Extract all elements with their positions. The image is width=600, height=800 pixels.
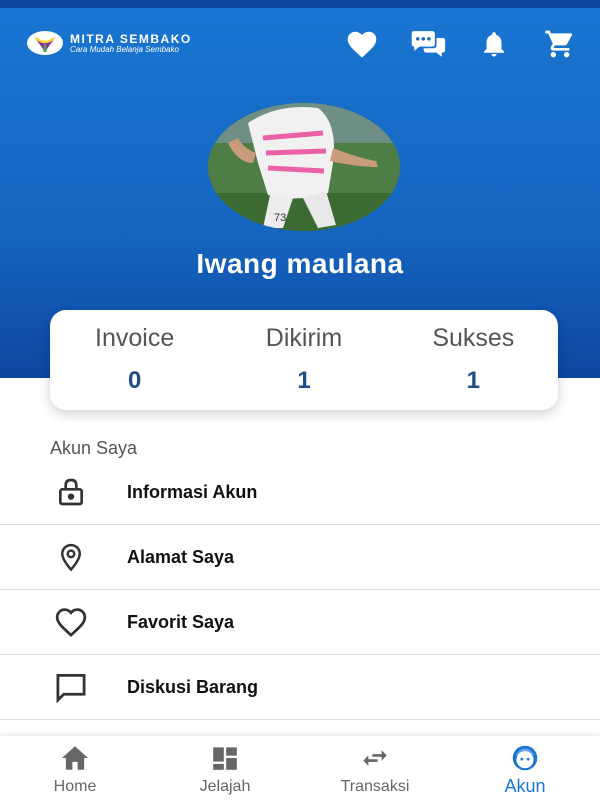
- nav-jelajah[interactable]: Jelajah: [150, 736, 300, 800]
- stat-invoice[interactable]: Invoice 0: [50, 310, 219, 410]
- cart-icon[interactable]: [542, 28, 578, 60]
- profile-name: Iwang maulana: [196, 248, 404, 279]
- stat-value: 1: [297, 367, 311, 394]
- nav-label: Home: [53, 778, 97, 795]
- nav-label: Jelajah: [199, 778, 251, 795]
- section-title: Akun Saya: [50, 438, 138, 458]
- stat-label: Sukses: [432, 324, 515, 352]
- status-bar-strip: [0, 0, 600, 8]
- bell-icon[interactable]: [476, 28, 512, 60]
- message-icon: [52, 668, 90, 706]
- menu-item-label: Alamat Saya: [127, 546, 235, 567]
- logo-mark-icon: [27, 31, 63, 55]
- nav-akun[interactable]: Akun: [450, 736, 600, 800]
- menu-item-diskusi-barang[interactable]: Diskusi Barang: [0, 655, 600, 720]
- grid-icon: [208, 744, 242, 772]
- avatar-photo: 73: [208, 103, 400, 231]
- lock-icon: [52, 473, 90, 511]
- nav-transaksi[interactable]: Transaksi: [300, 736, 450, 800]
- face-icon: [508, 744, 542, 772]
- stat-dikirim[interactable]: Dikirim 1: [219, 310, 388, 410]
- nav-home[interactable]: Home: [0, 736, 150, 800]
- home-icon: [58, 744, 92, 772]
- menu-item-informasi-akun[interactable]: Informasi Akun: [0, 460, 600, 525]
- logo-subtitle: Cara Mudah Belanja Sembako: [70, 44, 179, 54]
- location-pin-icon: [52, 538, 90, 576]
- stat-value: 0: [127, 367, 142, 394]
- menu-item-label: Informasi Akun: [127, 481, 258, 502]
- svg-text:73: 73: [274, 212, 286, 224]
- account-menu: Informasi Akun Alamat Saya Favorit Saya …: [0, 460, 600, 720]
- stat-value: 1: [466, 367, 480, 394]
- stat-label: Dikirim: [265, 324, 343, 352]
- stat-label: Invoice: [95, 324, 175, 352]
- menu-item-alamat-saya[interactable]: Alamat Saya: [0, 525, 600, 590]
- nav-label: Akun: [504, 776, 546, 796]
- heart-icon[interactable]: [344, 28, 380, 60]
- nav-label: Transaksi: [340, 778, 410, 795]
- stat-sukses[interactable]: Sukses 1: [389, 310, 558, 410]
- swap-icon: [358, 744, 392, 772]
- avatar[interactable]: 73: [208, 103, 400, 231]
- bottom-navigation: Home Jelajah Transaksi Akun: [0, 736, 600, 800]
- header-actions: [344, 28, 578, 60]
- app-logo[interactable]: MITRA SEMBAKO Cara Mudah Belanja Sembako: [26, 30, 192, 56]
- logo-title: MITRA SEMBAKO: [70, 31, 192, 46]
- order-stats-card: Invoice 0 Dikirim 1 Sukses 1: [50, 310, 558, 410]
- chat-icon[interactable]: [410, 28, 446, 60]
- heart-outline-icon: [52, 603, 90, 641]
- menu-item-label: Diskusi Barang: [127, 676, 259, 697]
- menu-item-label: Favorit Saya: [127, 611, 235, 632]
- menu-item-favorit-saya[interactable]: Favorit Saya: [0, 590, 600, 655]
